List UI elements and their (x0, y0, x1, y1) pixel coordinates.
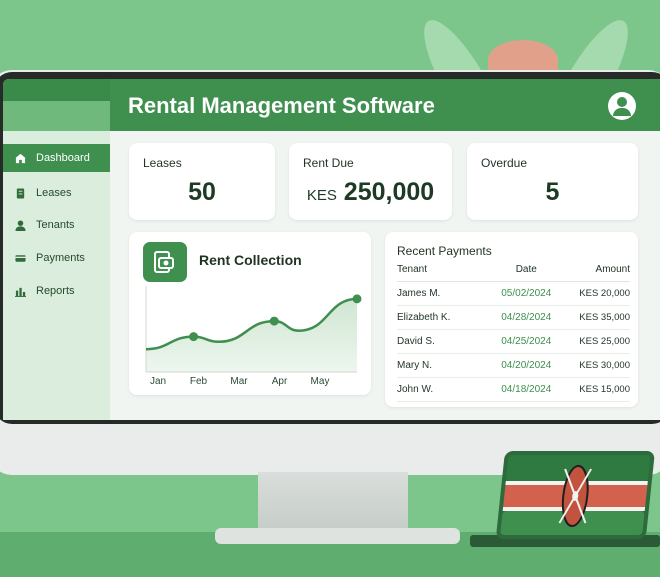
chart-x-tick-label: Apr (272, 376, 288, 387)
payment-date: 04/25/2024 (492, 329, 561, 354)
sidebar-item-leases[interactable]: Leases (3, 179, 110, 207)
column-header-tenant: Tenant (397, 264, 492, 282)
column-header-date: Date (492, 264, 561, 282)
sidebar-item-label: Tenants (36, 219, 75, 231)
recent-payments-title: Recent Payments (397, 244, 492, 258)
sidebar: Dashboard Leases Tenants Payments Report… (3, 131, 110, 420)
column-header-amount: Amount (560, 264, 630, 282)
stat-label: Overdue (481, 156, 528, 170)
tenant-name: Elizabeth K. (397, 305, 492, 330)
stat-label: Leases (143, 156, 182, 170)
app-title: Rental Management Software (128, 93, 435, 118)
home-icon (15, 153, 26, 163)
app-header: Rental Management Software (110, 79, 660, 131)
monitor-base (215, 528, 460, 544)
card-icon (15, 254, 26, 262)
chart-x-tick-label: Feb (190, 376, 208, 387)
stat-value: 50 (188, 178, 216, 206)
document-icon (16, 187, 25, 199)
rent-collection-card: Rent Collection Jan Feb Mar Apr May (129, 232, 371, 395)
table-row[interactable]: Mary N. 04/20/2024 KES 30,000 (397, 353, 630, 378)
bar-chart-icon (15, 287, 26, 297)
rent-due-amount: 250,000 (343, 178, 435, 206)
sidebar-header-strip (3, 101, 110, 131)
chart-point (352, 294, 362, 304)
sidebar-item-label: Leases (36, 187, 72, 199)
payment-amount: KES 15,000 (560, 377, 630, 402)
sidebar-header (3, 79, 110, 101)
table-row[interactable]: John W. 04/18/2024 KES 15,000 (397, 377, 630, 402)
stat-label: Rent Due (303, 156, 354, 170)
payment-date: 04/28/2024 (492, 305, 561, 330)
recent-payments-table: Tenant Date Amount James M. 05/02/2024 K… (397, 264, 630, 402)
app-screen: Rental Management Software Dashboard Lea… (3, 79, 660, 420)
sidebar-item-label: Reports (36, 285, 75, 297)
chart-x-tick-label: May (311, 376, 330, 387)
rent-collection-chart: Jan Feb Mar Apr May (145, 286, 362, 387)
sidebar-item-tenants[interactable]: Tenants (3, 211, 110, 239)
payment-date: 05/02/2024 (492, 281, 561, 306)
chart-point (269, 316, 279, 326)
chart-x-tick-label: Jan (150, 376, 166, 387)
table-row[interactable]: David S. 04/25/2024 KES 25,000 (397, 329, 630, 354)
stat-card-rent-due[interactable]: Rent Due KES 250,000 (289, 143, 452, 220)
stat-card-leases[interactable]: Leases 50 (129, 143, 275, 220)
tenant-name: John W. (397, 377, 492, 402)
sidebar-item-reports[interactable]: Reports (3, 277, 110, 305)
laptop-kenya-flag (470, 451, 660, 547)
sidebar-item-dashboard[interactable]: Dashboard (3, 144, 110, 172)
user-icon (15, 219, 26, 231)
tenant-name: David S. (397, 329, 492, 354)
payment-amount: KES 25,000 (560, 329, 630, 354)
payment-amount: KES 35,000 (560, 305, 630, 330)
user-avatar-icon[interactable] (608, 92, 636, 120)
stat-value: KES 250,000 (289, 178, 452, 207)
sidebar-item-label: Payments (36, 252, 85, 264)
tenant-name: Mary N. (397, 353, 492, 378)
monitor-neck (258, 472, 408, 532)
tenant-name: James M. (397, 281, 492, 306)
payment-amount: KES 20,000 (560, 281, 630, 306)
table-row[interactable]: James M. 05/02/2024 KES 20,000 (397, 281, 630, 306)
sidebar-item-payments[interactable]: Payments (3, 244, 110, 272)
chart-x-tick-label: Mar (230, 376, 248, 387)
payment-amount: KES 30,000 (560, 353, 630, 378)
table-header-row: Tenant Date Amount (397, 264, 630, 282)
currency-label: KES (306, 187, 337, 204)
stat-card-overdue[interactable]: Overdue 5 (467, 143, 638, 220)
recent-payments-card: Recent Payments Tenant Date Amount James… (385, 232, 638, 407)
chart-area-fill (146, 298, 357, 372)
payment-date: 04/18/2024 (492, 377, 561, 402)
stat-value: 5 (545, 178, 560, 206)
payment-date: 04/20/2024 (492, 353, 561, 378)
sidebar-item-label: Dashboard (36, 152, 90, 164)
chart-point (189, 332, 199, 342)
table-row[interactable]: Elizabeth K. 04/28/2024 KES 35,000 (397, 305, 630, 330)
